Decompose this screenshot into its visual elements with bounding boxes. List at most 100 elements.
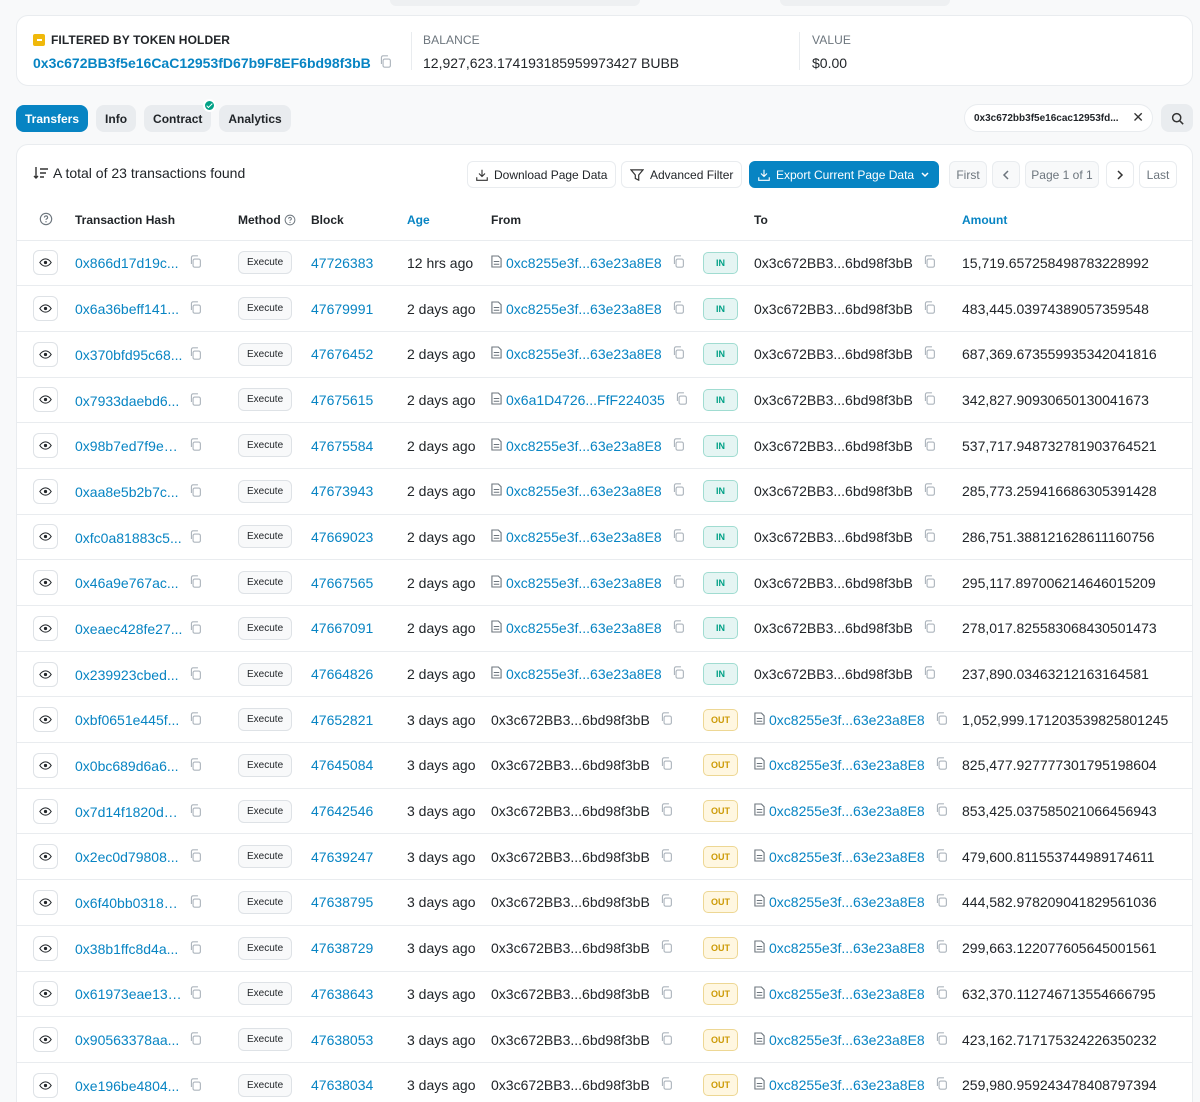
tx-hash-link[interactable]: 0x239923cbed... [75, 667, 183, 683]
view-details-eye-icon[interactable] [33, 889, 58, 915]
last-page-button[interactable]: Last [1139, 161, 1177, 188]
copy-icon[interactable] [935, 1031, 948, 1048]
from-address-link[interactable]: 0xc8255e3f...63e23a8E8 [491, 620, 685, 636]
copy-icon[interactable] [660, 849, 673, 865]
copy-icon[interactable] [189, 758, 202, 774]
copy-icon[interactable] [189, 1032, 202, 1048]
view-details-eye-icon[interactable] [33, 707, 58, 733]
copy-icon[interactable] [935, 803, 948, 819]
tx-hash-link[interactable]: 0x370bfd95c68... [75, 347, 183, 363]
copy-icon[interactable] [189, 484, 202, 500]
copy-icon[interactable] [672, 255, 685, 271]
to-address-link[interactable]: 0xc8255e3f...63e23a8E8 [754, 1077, 948, 1093]
from-address-link[interactable]: 0xc8255e3f...63e23a8E8 [491, 666, 685, 682]
next-page-button[interactable] [1106, 161, 1134, 188]
tx-hash-link[interactable]: 0x7933daebd6... [75, 393, 183, 409]
view-details-eye-icon[interactable] [33, 798, 58, 824]
copy-icon[interactable] [672, 620, 685, 636]
copy-icon[interactable] [923, 574, 936, 591]
copy-icon[interactable] [935, 986, 948, 1002]
tx-hash-link[interactable]: 0x866d17d19c... [75, 255, 183, 271]
block-link[interactable]: 47675615 [311, 392, 373, 408]
copy-icon[interactable] [672, 529, 685, 545]
copy-icon[interactable] [923, 346, 936, 362]
block-link[interactable]: 47726383 [311, 255, 373, 271]
from-address-link[interactable]: 0xc8255e3f...63e23a8E8 [491, 346, 685, 362]
tx-hash-link[interactable]: 0xbf0651e445f... [75, 712, 183, 728]
from-address-link[interactable]: 0x6a1D4726...FfF224035 [491, 392, 688, 408]
tx-hash-link[interactable]: 0x46a9e767ac... [75, 575, 183, 591]
block-link[interactable]: 47664826 [311, 666, 373, 682]
from-address-link[interactable]: 0xc8255e3f...63e23a8E8 [491, 575, 685, 591]
view-details-eye-icon[interactable] [33, 752, 58, 778]
to-address-link[interactable]: 0xc8255e3f...63e23a8E8 [754, 894, 948, 910]
tx-hash-link[interactable]: 0xe196be4804... [75, 1078, 183, 1094]
to-address-link[interactable]: 0xc8255e3f...63e23a8E8 [754, 712, 948, 728]
tx-hash-link[interactable]: 0x7d14f1820d6... [75, 804, 183, 820]
from-address-link[interactable]: 0xc8255e3f...63e23a8E8 [491, 438, 685, 454]
view-details-eye-icon[interactable] [33, 524, 58, 550]
copy-icon[interactable] [660, 1031, 673, 1048]
block-link[interactable]: 47673943 [311, 483, 373, 499]
tab-transfers[interactable]: Transfers [16, 105, 89, 132]
view-details-eye-icon[interactable] [33, 981, 58, 1007]
block-link[interactable]: 47639247 [311, 849, 373, 865]
holder-address-link[interactable]: 0x3c672BB3f5e16CaC12953fD67b9F8EF6bd98f3… [33, 55, 371, 71]
search-button[interactable] [1161, 104, 1193, 132]
view-details-eye-icon[interactable] [33, 570, 58, 596]
copy-icon[interactable] [672, 346, 685, 362]
tab-analytics[interactable]: Analytics [219, 105, 291, 132]
tx-hash-link[interactable]: 0x6a36beff141... [75, 301, 183, 317]
copy-icon[interactable] [189, 392, 202, 409]
tx-hash-link[interactable]: 0xaa8e5b2b7c... [75, 484, 183, 500]
tx-hash-link[interactable]: 0x98b7ed7f9ed... [75, 438, 183, 454]
tx-hash-link[interactable]: 0xfc0a81883c5... [75, 530, 183, 546]
copy-icon[interactable] [935, 1077, 948, 1093]
to-address-link[interactable]: 0xc8255e3f...63e23a8E8 [754, 757, 948, 773]
tx-hash-link[interactable]: 0xeaec428fe27... [75, 621, 183, 637]
to-address-link[interactable]: 0xc8255e3f...63e23a8E8 [754, 1032, 948, 1048]
block-link[interactable]: 47679991 [311, 301, 373, 317]
to-address-link[interactable]: 0xc8255e3f...63e23a8E8 [754, 986, 948, 1002]
view-details-eye-icon[interactable] [33, 615, 58, 641]
block-link[interactable]: 47638795 [311, 894, 373, 910]
tx-hash-link[interactable]: 0x0bc689d6a6... [75, 758, 183, 774]
tx-hash-link[interactable]: 0x2ec0d79808... [75, 849, 183, 865]
copy-icon[interactable] [672, 574, 685, 591]
copy-icon[interactable] [660, 1077, 673, 1093]
copy-icon[interactable] [935, 757, 948, 773]
copy-icon[interactable] [923, 255, 936, 271]
copy-icon[interactable] [923, 620, 936, 636]
copy-icon[interactable] [660, 940, 673, 956]
copy-icon[interactable] [923, 529, 936, 545]
copy-icon[interactable] [675, 392, 688, 408]
block-link[interactable]: 47638643 [311, 986, 373, 1002]
copy-icon[interactable] [923, 300, 936, 317]
copy-icon[interactable] [660, 711, 673, 728]
copy-icon[interactable] [923, 437, 936, 454]
method-help-icon[interactable] [284, 214, 296, 226]
copy-icon[interactable] [672, 666, 685, 682]
copy-icon[interactable] [189, 621, 202, 637]
view-details-eye-icon[interactable] [33, 661, 58, 687]
export-page-data-button[interactable]: Export Current Page Data [749, 161, 940, 188]
copy-icon[interactable] [189, 1078, 202, 1094]
copy-icon[interactable] [660, 894, 673, 910]
copy-icon[interactable] [923, 483, 936, 499]
copy-icon[interactable] [189, 301, 202, 317]
copy-icon[interactable] [935, 711, 948, 728]
clear-filter-icon[interactable]: ✕ [1132, 109, 1144, 126]
to-address-link[interactable]: 0xc8255e3f...63e23a8E8 [754, 803, 948, 819]
copy-icon[interactable] [189, 941, 202, 957]
col-amount[interactable]: Amount [962, 201, 1192, 241]
tx-hash-link[interactable]: 0x38b1ffc8d4a... [75, 941, 183, 957]
col-age[interactable]: Age [407, 201, 491, 241]
prev-page-button[interactable] [992, 161, 1020, 188]
block-link[interactable]: 47642546 [311, 803, 373, 819]
tx-hash-link[interactable]: 0x61973eae13f... [75, 986, 183, 1002]
view-details-eye-icon[interactable] [33, 1027, 58, 1053]
download-page-data-button[interactable]: Download Page Data [467, 161, 617, 188]
view-details-eye-icon[interactable] [33, 387, 58, 413]
view-details-eye-icon[interactable] [33, 296, 58, 322]
block-link[interactable]: 47638034 [311, 1077, 373, 1093]
